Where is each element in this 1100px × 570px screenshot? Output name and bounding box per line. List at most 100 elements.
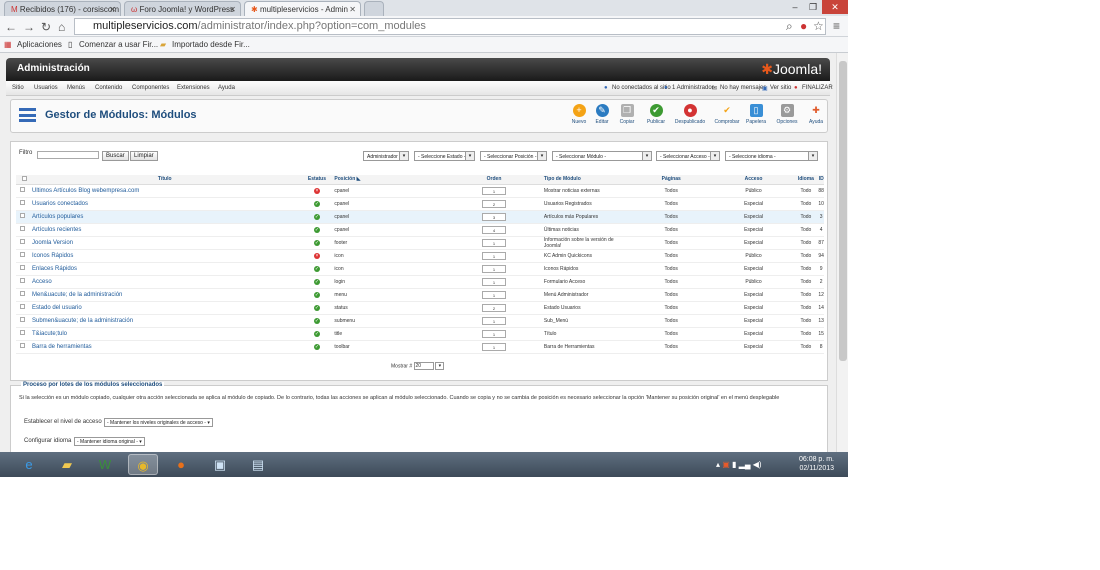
row-checkbox[interactable]	[20, 304, 25, 309]
reload-icon[interactable]: ↻	[41, 20, 51, 34]
window-close-icon[interactable]: ✕	[822, 0, 848, 14]
language-select[interactable]: - Seleccione idioma - ▾	[725, 151, 818, 161]
bookmark-firefox-start[interactable]: Comenzar a usar Fir...	[79, 40, 158, 49]
clear-button[interactable]: Limpiar	[130, 151, 158, 161]
module-title-link[interactable]: Ultimos Artículos Blog webempresa.com	[30, 188, 139, 194]
trash-button[interactable]: ▯ Papelera	[741, 104, 771, 125]
menu-ayuda[interactable]: Ayuda	[218, 85, 235, 91]
module-title-link[interactable]: T&iacute;tulo	[30, 331, 67, 337]
explorer-icon[interactable]: ▰	[52, 454, 82, 475]
row-checkbox[interactable]	[20, 200, 25, 205]
table-row[interactable]: Enlaces Rápidos ✓ icon 1 Iconos Rápidos Todos…	[16, 262, 824, 276]
module-title-link[interactable]: Estado del usuario	[30, 305, 82, 311]
row-checkbox[interactable]	[20, 239, 25, 244]
row-checkbox[interactable]	[20, 291, 25, 296]
menu-icon[interactable]: ≡	[833, 19, 840, 33]
maximize-icon[interactable]: ❐	[804, 0, 822, 14]
order-input[interactable]: 1	[482, 290, 507, 299]
extension-icon[interactable]: ●	[800, 19, 807, 33]
order-input[interactable]: 2	[482, 199, 507, 208]
ie-icon[interactable]: e	[14, 454, 44, 475]
order-input[interactable]: 1	[482, 277, 507, 286]
col-title-header[interactable]: Título	[29, 175, 300, 185]
module-title-link[interactable]: Acceso	[30, 279, 52, 285]
table-row[interactable]: Usuarios conectados ✓ cpanel 2 Usuarios Regi…	[16, 197, 824, 211]
logout-link[interactable]: FINALIZAR	[802, 85, 833, 91]
row-checkbox[interactable]	[20, 343, 25, 348]
unpublished-icon[interactable]: ×	[313, 252, 320, 259]
order-input[interactable]: 3	[482, 212, 507, 221]
computer-icon[interactable]: ▣	[205, 454, 235, 475]
col-type-header[interactable]: Tipo de Módulo	[543, 175, 629, 185]
table-row[interactable]: Barra de herramientas ✓ toolbar 1 Barra de H…	[16, 340, 824, 354]
unpublished-icon[interactable]: ×	[313, 187, 320, 194]
order-input[interactable]: 1	[482, 186, 507, 195]
menu-componentes[interactable]: Componentes	[132, 85, 169, 91]
module-title-link[interactable]: Artículos populares	[30, 214, 83, 220]
order-input[interactable]: 1	[482, 316, 507, 325]
col-id-header[interactable]: ID	[818, 175, 824, 185]
order-input[interactable]: 1	[482, 238, 507, 247]
order-input[interactable]: 1	[482, 329, 507, 338]
batch-language-select[interactable]: - Mantener idioma original - ▾	[74, 437, 145, 446]
table-row[interactable]: Joomla Version ✓ footer 1 Información sobre …	[16, 236, 824, 250]
client-select[interactable]: Administrador ▾	[363, 151, 409, 161]
menu-usuarios[interactable]: Usuarios	[34, 85, 58, 91]
back-icon[interactable]: ←	[5, 20, 17, 34]
notepad-icon[interactable]: ▤	[243, 454, 273, 475]
search-icon[interactable]: ⌕	[786, 19, 793, 34]
table-row[interactable]: Submen&uacute; de la administración ✓ subm…	[16, 314, 824, 328]
options-button[interactable]: ⚙ Opciones	[772, 104, 802, 125]
col-position-header[interactable]: Posición ◣	[334, 175, 445, 185]
table-row[interactable]: Ultimos Artículos Blog webempresa.com × cp…	[16, 184, 824, 198]
bookmark-apps[interactable]: Aplicaciones	[17, 40, 62, 49]
tab-foro[interactable]: ω Foro Joomla! y WordPress ✕	[124, 1, 241, 16]
order-input[interactable]: 1	[482, 251, 507, 260]
row-checkbox[interactable]	[20, 317, 25, 322]
table-row[interactable]: Men&uacute; de la administración ✓ menu 1 Me…	[16, 288, 824, 302]
table-row[interactable]: Iconos Rápidos × icon 1 KC Admin Quickicons T…	[16, 249, 824, 263]
publish-button[interactable]: ✔ Publicar	[641, 104, 671, 125]
new-tab-button[interactable]	[364, 1, 384, 16]
col-pages-header[interactable]: Páginas	[628, 175, 714, 185]
access-select[interactable]: - Seleccionar Acceso - ▾	[656, 151, 720, 161]
published-icon[interactable]: ✓	[313, 343, 320, 350]
search-button[interactable]: Buscar	[102, 151, 129, 161]
signal-icon[interactable]: ▂▄	[739, 460, 751, 469]
published-icon[interactable]: ✓	[313, 239, 320, 246]
published-icon[interactable]: ✓	[313, 278, 320, 285]
module-title-link[interactable]: Enlaces Rápidos	[30, 266, 77, 272]
forward-icon[interactable]: →	[23, 20, 35, 34]
tray-chevron-icon[interactable]: ▴	[716, 460, 720, 469]
order-input[interactable]: 1	[482, 264, 507, 273]
taskbar-clock[interactable]: 06:08 p. m. 02/11/2013	[799, 455, 834, 473]
published-icon[interactable]: ✓	[313, 213, 320, 220]
module-title-link[interactable]: Men&uacute; de la administración	[30, 292, 122, 298]
unpublish-button[interactable]: ● Despublicado	[673, 104, 707, 125]
col-status-header[interactable]: Estatus	[299, 175, 335, 185]
minimize-icon[interactable]: –	[786, 0, 804, 14]
position-select[interactable]: - Seleccionar Posición - ▾	[480, 151, 547, 161]
copy-button[interactable]: ❐ Copiar	[612, 104, 642, 125]
published-icon[interactable]: ✓	[313, 330, 320, 337]
close-icon[interactable]: ✕	[349, 5, 356, 14]
module-title-link[interactable]: Joomla Version	[30, 240, 73, 246]
tab-admin[interactable]: ✱ multipleservicios - Admin ✕	[244, 1, 361, 16]
close-icon[interactable]: ✕	[229, 5, 236, 14]
module-title-link[interactable]: Artículos recientes	[30, 227, 81, 233]
module-title-link[interactable]: Barra de herramientas	[30, 344, 92, 350]
menu-extensiones[interactable]: Extensiones	[177, 85, 210, 91]
star-icon[interactable]: ☆	[813, 19, 824, 33]
state-select[interactable]: - Seleccione Estado - ▾	[414, 151, 475, 161]
chrome-icon[interactable]: ◉	[128, 454, 158, 475]
filter-search-input[interactable]	[37, 151, 99, 159]
row-checkbox[interactable]	[20, 330, 25, 335]
table-row[interactable]: T&iacute;tulo ✓ title 1 Título Todos Especial T…	[16, 327, 824, 341]
help-button[interactable]: ✚ Ayuda	[801, 104, 831, 125]
col-order-header[interactable]: Orden	[444, 175, 544, 185]
table-row[interactable]: Artículos recientes ✓ cpanel 4 Últimas notic…	[16, 223, 824, 237]
module-select[interactable]: - Seleccionar Módulo - ▾	[552, 151, 652, 161]
menu-sitio[interactable]: Sitio	[12, 85, 24, 91]
volume-icon[interactable]: ◀)	[753, 460, 762, 469]
row-checkbox[interactable]	[20, 226, 25, 231]
